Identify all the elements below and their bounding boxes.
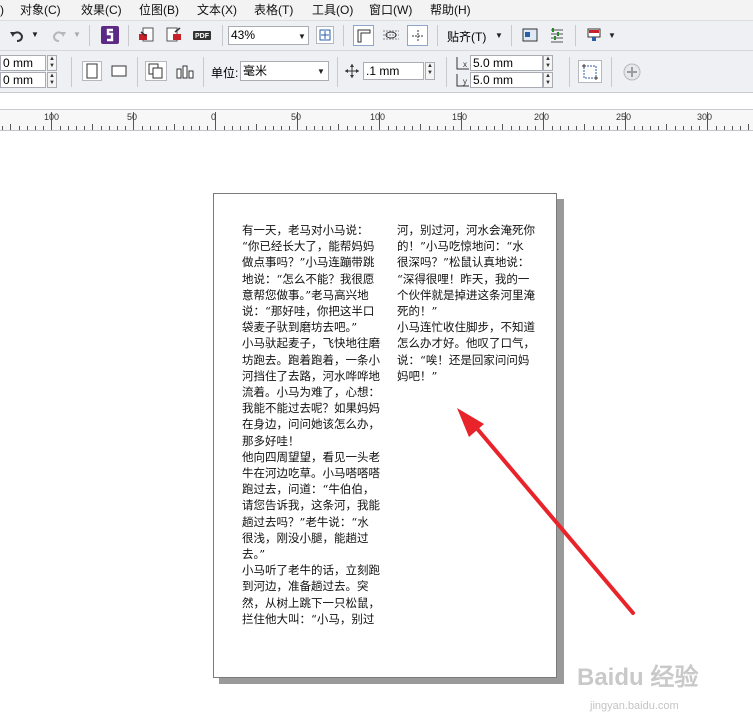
watermark-url: jingyan.baidu.com [590,700,679,712]
annotation-arrow [457,408,635,615]
watermark-logo: Baidu 经验 [577,664,699,691]
